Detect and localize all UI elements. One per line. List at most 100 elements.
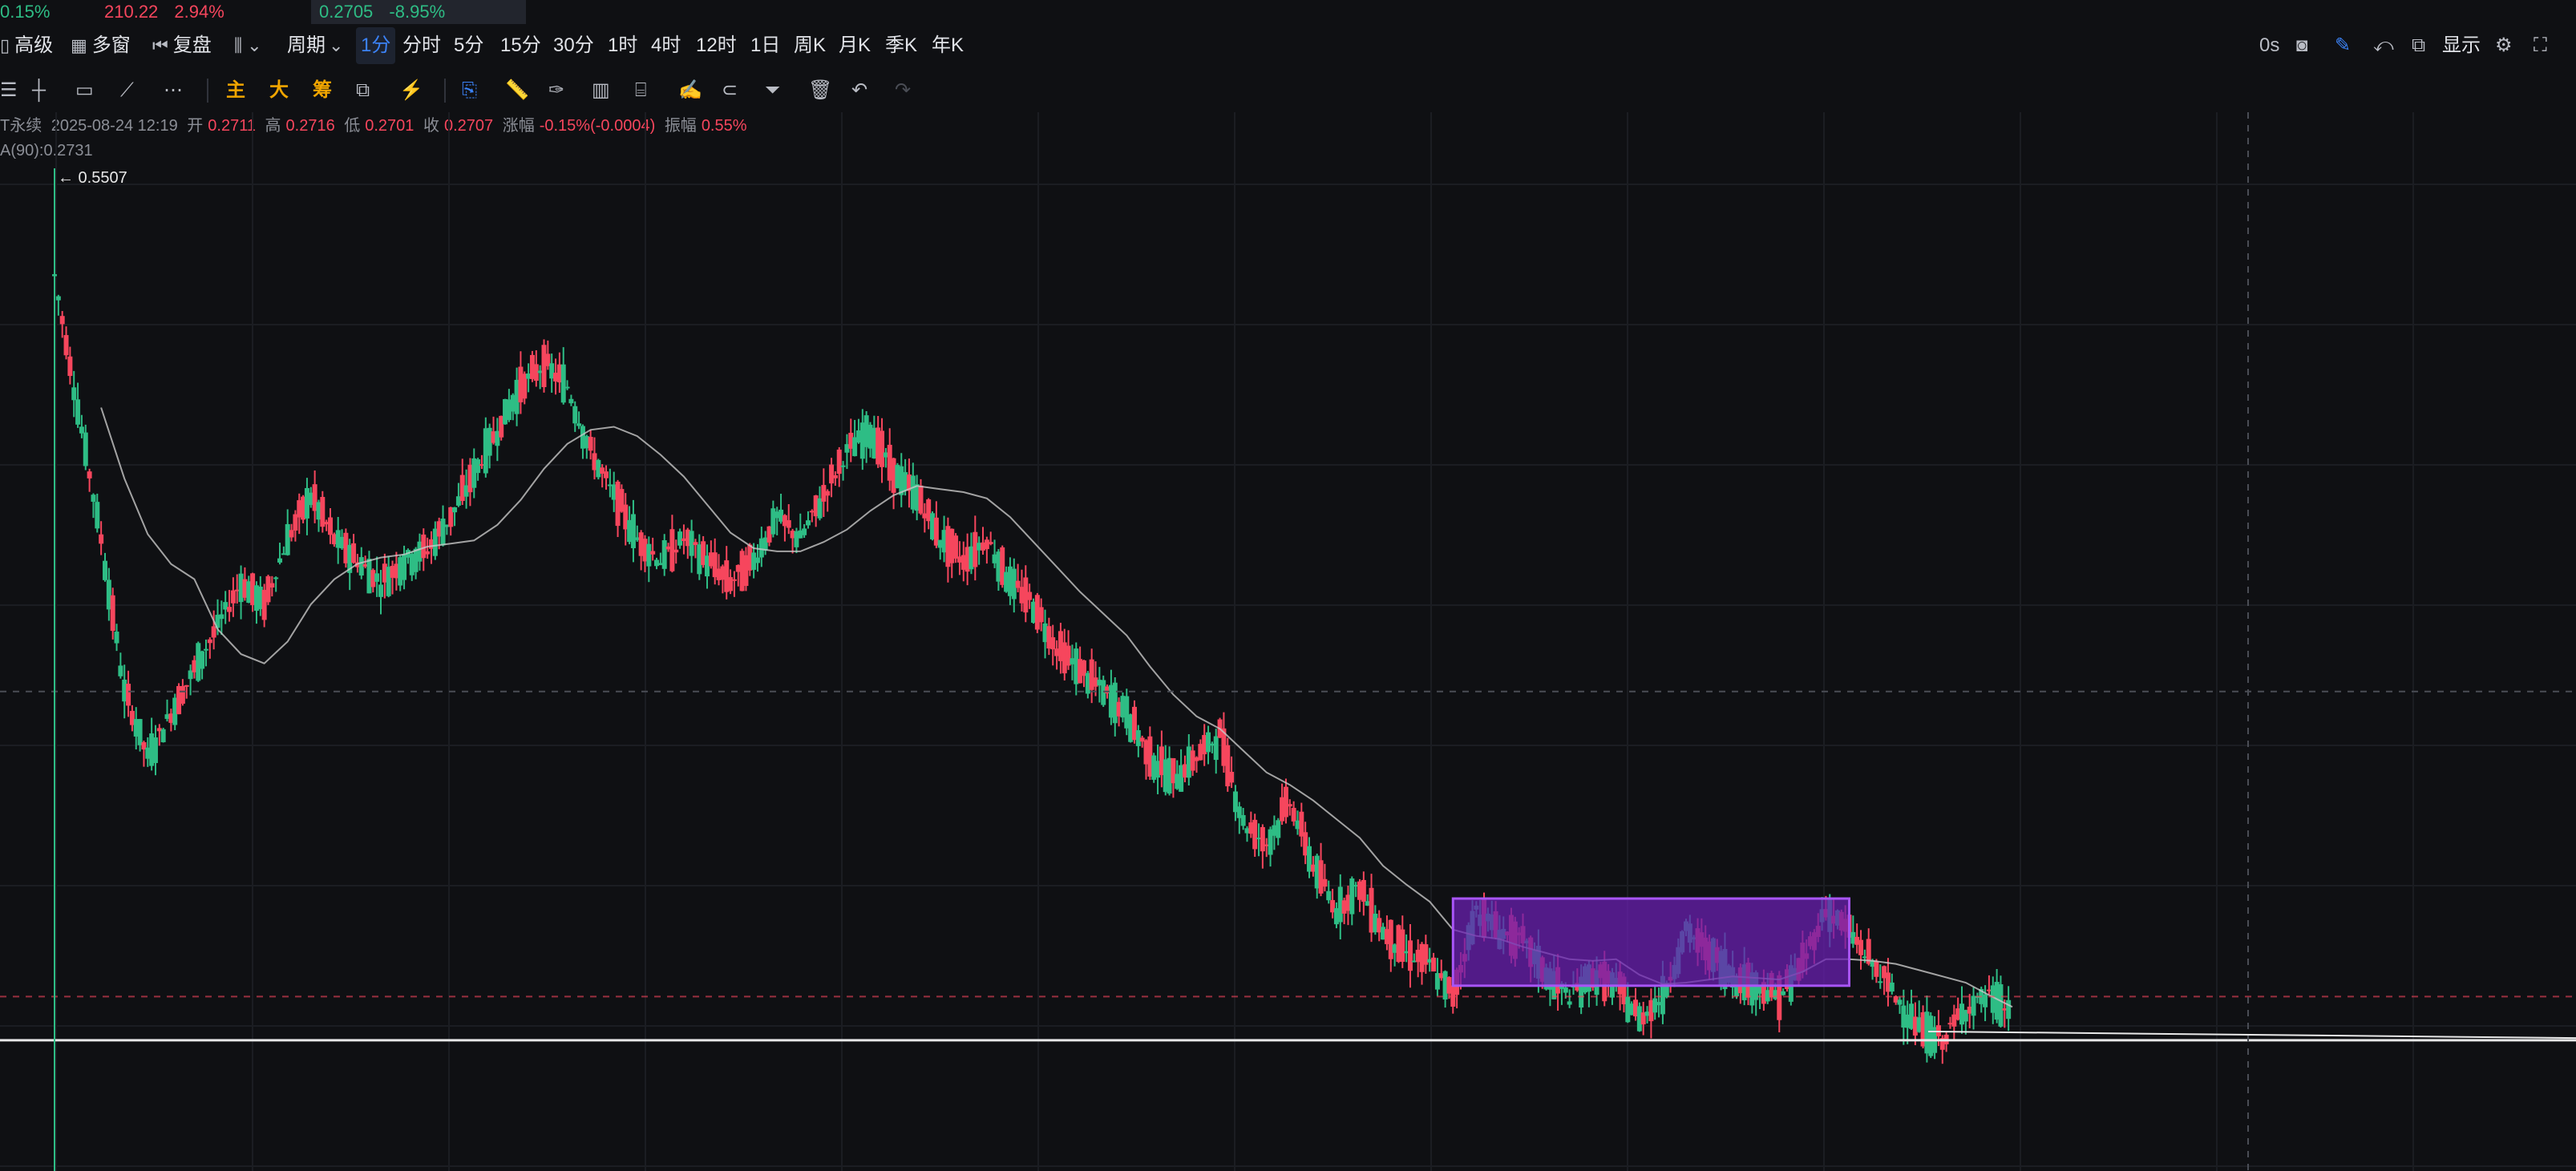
candle-body xyxy=(918,485,924,514)
candle-body xyxy=(1038,607,1044,623)
candle-body xyxy=(1229,771,1235,783)
candle-body xyxy=(402,554,407,580)
candle-body xyxy=(1050,637,1056,650)
candle-body xyxy=(102,560,107,580)
candle-body xyxy=(1326,890,1332,901)
candle-body xyxy=(1283,786,1288,818)
candle-body xyxy=(1213,736,1219,761)
candle-body xyxy=(87,471,92,478)
candle-body xyxy=(203,648,208,651)
candle-body xyxy=(79,426,84,434)
candle-body xyxy=(152,737,158,764)
candle-body xyxy=(576,423,582,426)
candle-body xyxy=(289,530,294,538)
candle-body xyxy=(475,459,481,474)
candle-body xyxy=(378,584,383,597)
candle-body xyxy=(440,519,446,546)
candle-body xyxy=(227,607,233,612)
candle-body xyxy=(564,386,570,389)
candle-body xyxy=(114,632,119,644)
candle-body xyxy=(184,684,189,687)
candle-body xyxy=(1027,592,1033,600)
candle-body xyxy=(953,535,959,559)
candle-body xyxy=(829,464,835,484)
candle-body xyxy=(452,507,458,513)
candle-body xyxy=(786,519,791,528)
candle-body xyxy=(1874,961,1879,977)
candle-body xyxy=(825,491,831,496)
candle-body xyxy=(1781,991,1786,995)
candle-body xyxy=(988,542,993,544)
candle-body xyxy=(1287,804,1292,807)
candle-body xyxy=(650,551,656,555)
price-chart[interactable]: ← 0.5507 xyxy=(0,0,2576,1171)
candle-body xyxy=(95,502,100,529)
candle-body xyxy=(285,523,290,555)
candle-body xyxy=(832,474,838,478)
candle-body xyxy=(1858,939,1864,955)
candle-body xyxy=(59,316,65,325)
candle-body xyxy=(802,528,807,535)
trend-line xyxy=(1927,1030,2576,1040)
range-box xyxy=(1451,897,1851,987)
candle-body xyxy=(805,520,811,526)
candle-body xyxy=(560,364,566,403)
candle-body xyxy=(265,575,271,603)
candle-body xyxy=(55,296,61,301)
candle-body xyxy=(1388,919,1393,959)
candle-body xyxy=(630,514,636,548)
candle-body xyxy=(328,517,334,535)
candle-body xyxy=(200,651,205,669)
candle-body xyxy=(219,614,224,620)
candle-body xyxy=(731,579,737,581)
candle-body xyxy=(568,398,574,404)
candle-body xyxy=(754,557,760,563)
candle-body xyxy=(1897,999,1903,1005)
candle-body xyxy=(207,639,212,644)
candle-body xyxy=(67,356,73,377)
candle-body xyxy=(1971,995,1976,1016)
candle-body xyxy=(160,729,166,743)
candle-body xyxy=(604,471,609,478)
candle-body xyxy=(1935,1025,1941,1036)
candle-body xyxy=(75,399,81,425)
candle-body xyxy=(211,626,216,638)
candle-body xyxy=(180,685,185,704)
candle-body xyxy=(126,684,131,706)
candle-body xyxy=(351,543,357,563)
candle-body xyxy=(880,430,885,467)
candle-body xyxy=(99,534,104,544)
candle-body xyxy=(1998,984,2004,1027)
candle-body xyxy=(110,595,115,632)
candle-body xyxy=(269,583,275,588)
candle-body xyxy=(661,539,667,569)
candle-body xyxy=(646,543,652,567)
candle-body xyxy=(1361,879,1366,902)
candle-body xyxy=(1878,981,1883,983)
candle-body xyxy=(374,573,380,582)
candle-body xyxy=(83,432,88,466)
candle-body xyxy=(1567,1001,1572,1005)
candle-body xyxy=(673,549,679,553)
candle-body xyxy=(118,665,123,676)
candle-body xyxy=(1291,807,1296,822)
candle-body xyxy=(1318,860,1324,894)
candle-body xyxy=(1322,878,1328,887)
candle-body xyxy=(1431,957,1437,972)
candle-body xyxy=(1563,987,1568,993)
max-price-label: ← 0.5507 xyxy=(58,169,127,187)
candle-body xyxy=(1260,826,1265,852)
candle-body xyxy=(1276,820,1281,838)
candle-body xyxy=(137,719,143,745)
candle-body xyxy=(728,577,734,592)
candle-body xyxy=(1240,814,1246,826)
candle-body xyxy=(1252,819,1258,850)
candle-body xyxy=(588,437,593,451)
candle-body xyxy=(230,590,236,604)
candle-body xyxy=(71,387,77,401)
candle-body xyxy=(840,465,846,467)
candle-body xyxy=(1206,732,1211,753)
candle-body xyxy=(1349,878,1355,915)
candle-body xyxy=(836,449,842,474)
candle-body xyxy=(1983,994,1988,1007)
